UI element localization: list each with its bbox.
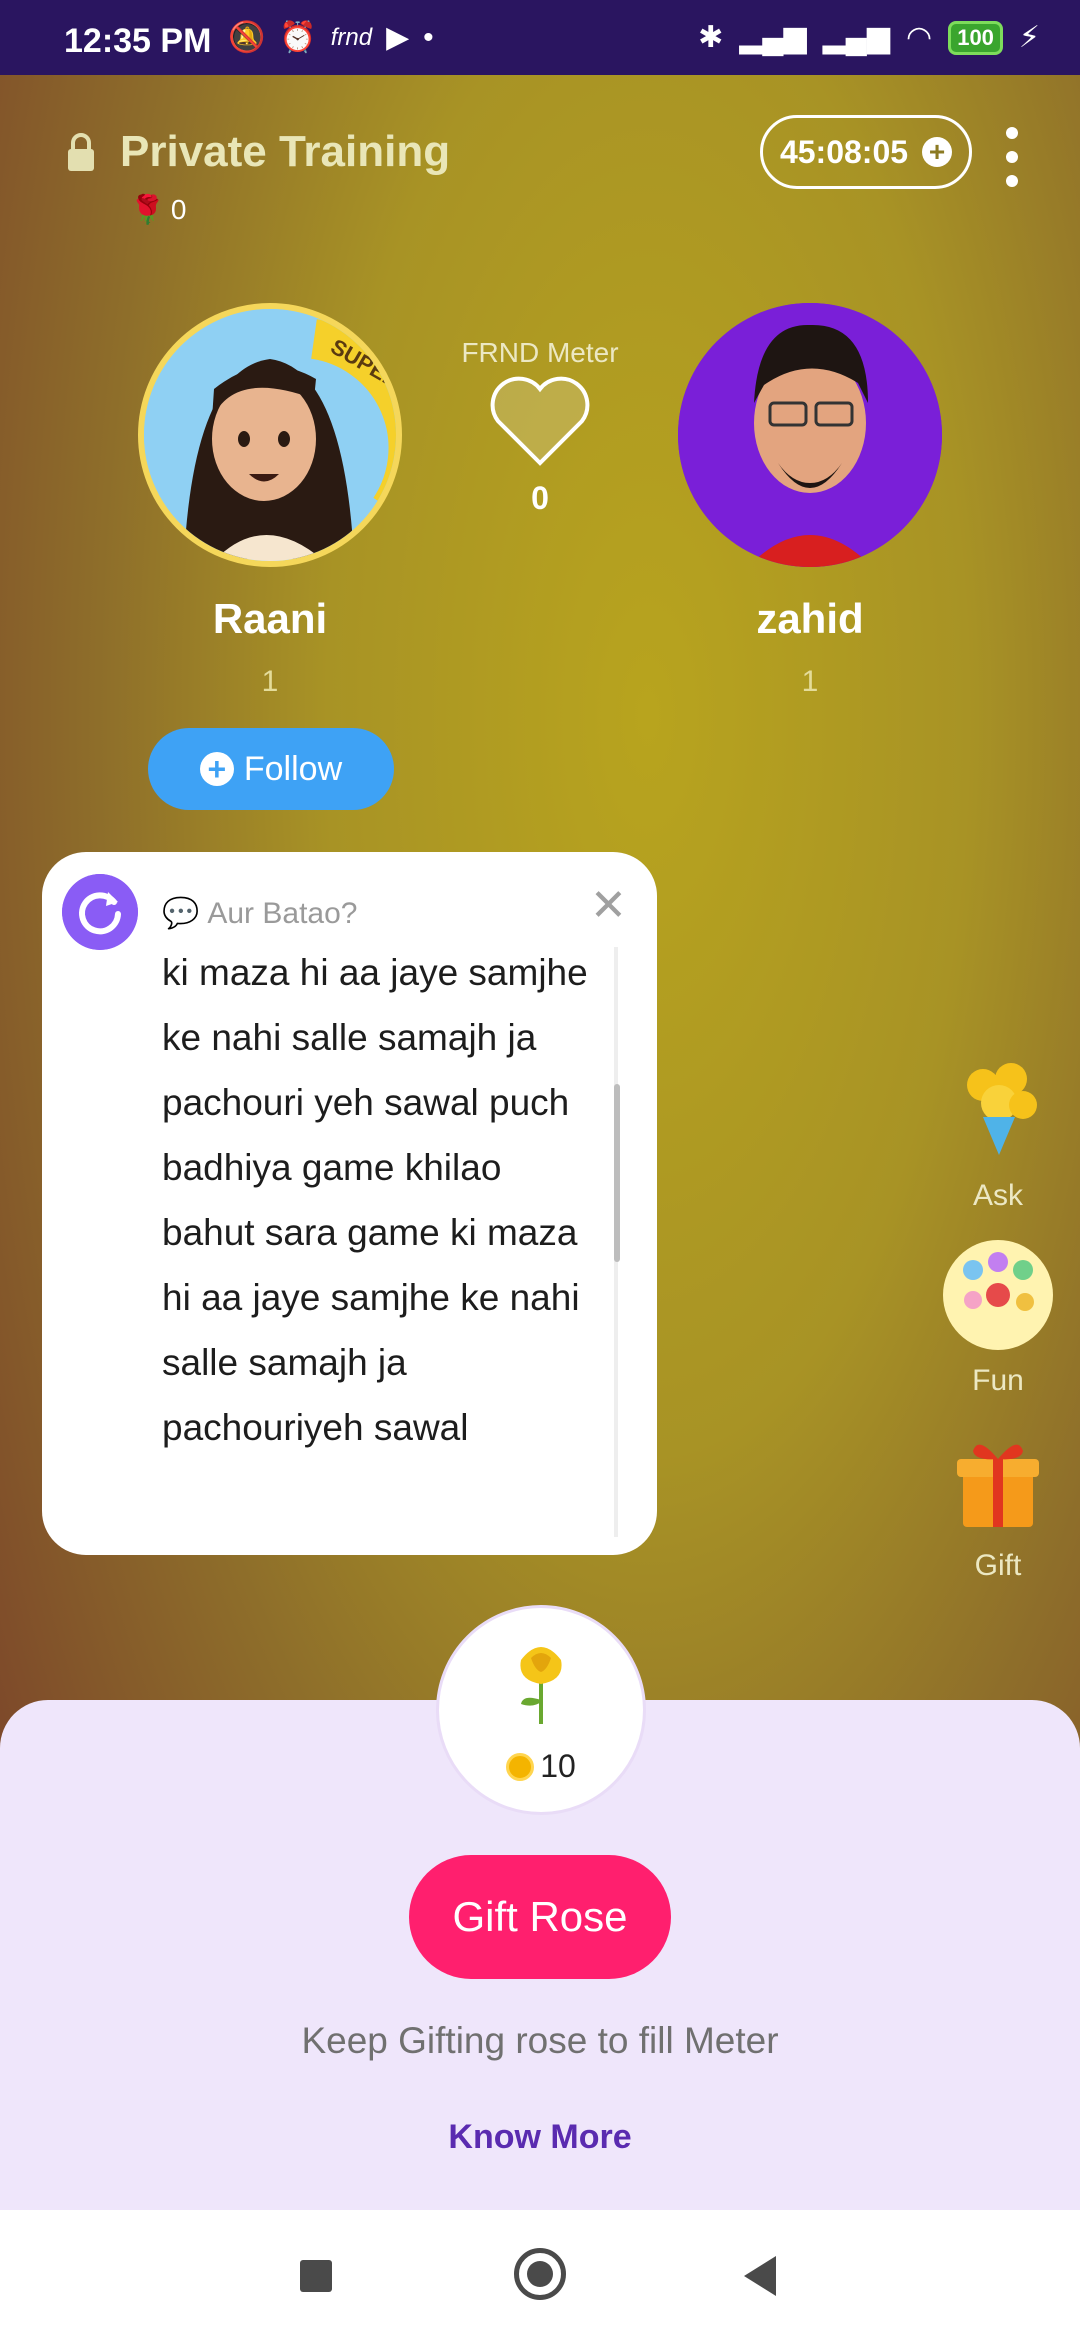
plus-circle-icon: + xyxy=(199,752,234,786)
question-card: 💬 Aur Batao? ✕ ki maza hi aa jaye samjhe… xyxy=(42,852,657,1555)
heart-meter-icon xyxy=(490,376,590,466)
gift-button[interactable]: Gift xyxy=(938,1425,1058,1583)
female-avatar-icon: SUPER FRND xyxy=(144,309,396,561)
status-system-icons: ✱ ▂▄▆ ▂▄▆ ◠ 100 ⚡ xyxy=(698,20,1040,55)
status-bar: 12:35 PM 🔕 ⏰ frnd ▶ • ✱ ▂▄▆ ▂▄▆ ◠ 100 ⚡ xyxy=(0,0,1080,75)
more-options-icon[interactable] xyxy=(1000,127,1024,187)
know-more-link[interactable]: Know More xyxy=(0,2118,1080,2157)
bouquet-icon xyxy=(967,1063,1037,1155)
room-header: Private Training 🌹 0 45:08:05 + xyxy=(0,75,1080,235)
signal-2-icon: ▂▄▆ xyxy=(822,21,891,54)
status-notification-icons: 🔕 ⏰ frnd ▶ • xyxy=(228,20,434,55)
chat-bubble-icon: 💬 xyxy=(162,897,200,930)
gift-rose-button[interactable]: Gift Rose xyxy=(409,1855,671,1979)
signal-icon: ▂▄▆ xyxy=(739,21,807,54)
fun-label: Fun xyxy=(972,1364,1024,1397)
question-text: ki maza hi aa jaye samjhe ke nahi salle … xyxy=(162,952,588,1448)
follow-button[interactable]: + Follow xyxy=(148,728,394,810)
rose-price-value: 10 xyxy=(540,1748,576,1784)
battery-icon: 100 xyxy=(948,20,1003,55)
youtube-icon: ▶ xyxy=(386,21,410,54)
user-count-raani: 1 xyxy=(261,665,279,698)
timer-button[interactable]: 45:08:05 + xyxy=(760,115,972,189)
gift-hint-text: Keep Gifting rose to fill Meter xyxy=(301,2020,779,2061)
coin-icon xyxy=(506,1752,535,1781)
gift-label: Gift xyxy=(974,1549,1022,1582)
gift-box-icon xyxy=(957,1444,1039,1527)
system-nav-bar xyxy=(0,2210,1080,2340)
recents-icon[interactable] xyxy=(300,2260,332,2292)
refresh-icon[interactable] xyxy=(62,874,138,950)
alarm-icon: ⏰ xyxy=(279,21,317,54)
dot-icon: • xyxy=(423,20,434,54)
avatar-raani[interactable]: SUPER FRND xyxy=(138,303,402,567)
lock-icon xyxy=(68,133,94,171)
home-icon[interactable] xyxy=(514,2248,566,2300)
rose-gift-item[interactable]: 10 xyxy=(436,1605,646,1815)
male-avatar-icon xyxy=(678,303,942,567)
bluetooth-icon: ✱ xyxy=(698,21,724,54)
frnd-notification-icon: frnd xyxy=(330,23,373,51)
muted-bell-icon: 🔕 xyxy=(228,21,266,54)
scroll-thumb[interactable] xyxy=(614,1084,620,1262)
frnd-meter-label: FRND Meter xyxy=(461,337,619,368)
close-icon[interactable]: ✕ xyxy=(590,880,627,931)
user-name-zahid: zahid xyxy=(756,595,864,642)
rose-count-value: 0 xyxy=(170,193,187,225)
question-label: 💬 Aur Batao? xyxy=(162,896,357,931)
room-title: Private Training xyxy=(120,127,451,176)
rose-price: 10 xyxy=(439,1748,643,1785)
rose-icon: 🌹 xyxy=(130,194,165,225)
frnd-meter-value: 0 xyxy=(531,480,549,516)
room-rose-count: 🌹 0 xyxy=(130,193,186,226)
wifi-icon: ◠ xyxy=(906,21,933,54)
lottery-balls-icon xyxy=(943,1240,1053,1350)
follow-label: Follow xyxy=(243,749,343,788)
question-label-text: Aur Batao? xyxy=(207,896,358,930)
user-name-raani: Raani xyxy=(212,595,328,642)
fun-button[interactable]: Fun xyxy=(938,1240,1058,1398)
charging-icon: ⚡ xyxy=(1018,21,1040,54)
add-time-icon: + xyxy=(922,137,953,167)
user-count-zahid: 1 xyxy=(801,665,819,698)
ask-label: Ask xyxy=(972,1179,1023,1212)
timer-value: 45:08:05 xyxy=(779,133,909,170)
avatar-zahid[interactable] xyxy=(678,303,942,567)
status-time: 12:35 PM xyxy=(64,22,212,60)
back-icon[interactable] xyxy=(744,2256,776,2296)
ask-button[interactable]: Ask xyxy=(938,1055,1058,1213)
rose-icon xyxy=(520,1647,562,1724)
